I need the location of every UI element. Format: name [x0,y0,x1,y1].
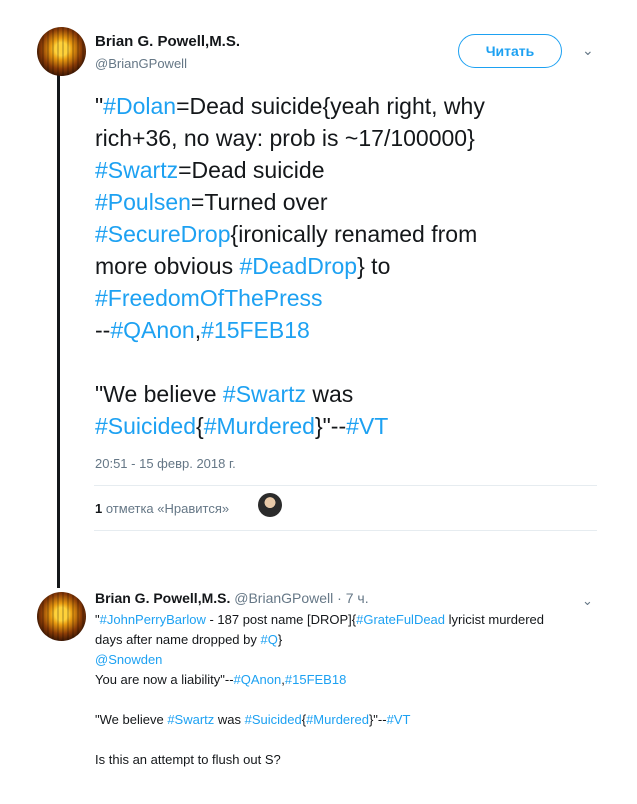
hashtag-link[interactable]: #Swartz [95,157,178,183]
hashtag-link[interactable]: #JohnPerryBarlow [100,612,206,627]
reply-author-name[interactable]: Brian G. Powell,M.S. [95,590,230,606]
text-segment: {ironically renamed from [230,221,478,247]
reply-text: "#JohnPerryBarlow - 187 post name [DROP]… [95,610,615,770]
text-segment: rich+36, no way: prob is ~17/100000} [95,125,475,151]
text-segment: Is this an attempt to flush out S? [95,752,281,767]
text-segment: - 187 post name [DROP]{ [205,612,357,627]
author-handle[interactable]: @BrianGPowell [95,56,187,71]
thread-connector-line [57,74,60,588]
hashtag-link[interactable]: #VT [346,413,388,439]
chevron-down-icon[interactable]: ⌄ [582,42,594,59]
hashtag-link[interactable]: #15FEB18 [285,672,346,687]
hashtag-link[interactable]: #Murdered [204,413,315,439]
text-segment: } to [357,253,391,279]
chevron-down-icon[interactable]: ⌄ [582,593,593,609]
likes-count: 1 [95,501,103,516]
reply-header: Brian G. Powell,M.S. @BrianGPowell · 7 ч… [95,590,369,606]
divider [94,530,597,531]
hashtag-link[interactable]: #15FEB18 [201,317,310,343]
hashtag-link[interactable]: #DeadDrop [239,253,357,279]
hashtag-link[interactable]: #Swartz [167,712,214,727]
hashtag-link[interactable]: #Poulsen [95,189,191,215]
divider [94,485,597,486]
hashtag-link[interactable]: #QAnon [234,672,282,687]
hashtag-link[interactable]: #GrateFulDead [356,612,445,627]
text-segment: -- [95,317,111,343]
text-segment: }"-- [368,712,387,727]
text-segment: " [95,93,104,119]
text-segment: was [306,381,354,407]
hashtag-link[interactable]: #VT [387,712,411,727]
follow-button[interactable]: Читать [458,34,562,68]
likes-stat[interactable]: 1 отметка «Нравится» [95,501,229,516]
mention-link[interactable]: @Snowden [95,652,162,667]
text-segment: }"-- [314,413,347,439]
hashtag-link[interactable]: #FreedomOfThePress [95,285,323,311]
text-segment: =Turned over [190,189,328,215]
hashtag-link[interactable]: #Murdered [306,712,369,727]
text-segment: } [277,632,283,647]
reply-author-handle[interactable]: @BrianGPowell [234,590,333,606]
reply-author-avatar[interactable] [37,592,86,641]
text-segment: =Dead suicide [178,157,325,183]
text-segment: "We believe [95,712,168,727]
author-name[interactable]: Brian G. Powell,M.S. [95,33,240,50]
hashtag-link[interactable]: #SecureDrop [95,221,231,247]
hashtag-link[interactable]: #Dolan [103,93,176,119]
tweet-timestamp[interactable]: 20:51 - 15 февр. 2018 г. [95,456,236,471]
hashtag-link[interactable]: #Q [261,632,278,647]
text-segment: "We believe [95,381,223,407]
tweet-text: "#Dolan=Dead suicide{yeah right, why ric… [95,90,615,442]
hashtag-link[interactable]: #Suicided [95,413,196,439]
author-avatar[interactable] [37,27,86,76]
hashtag-link[interactable]: #QAnon [110,317,194,343]
text-segment: more obvious [95,253,240,279]
text-segment: =Dead suicide{yeah right, why [176,93,485,119]
text-segment: You are now a liability"-- [95,672,234,687]
text-segment: was [214,712,245,727]
likes-label: отметка «Нравится» [105,501,230,516]
liker-avatar[interactable] [258,493,282,517]
hashtag-link[interactable]: #Swartz [223,381,306,407]
hashtag-link[interactable]: #Suicided [245,712,302,727]
text-segment: { [196,413,204,439]
text-segment: days after name dropped by [95,632,261,647]
text-segment: lyricist murdered [445,612,544,627]
reply-time[interactable]: · 7 ч. [337,590,368,606]
